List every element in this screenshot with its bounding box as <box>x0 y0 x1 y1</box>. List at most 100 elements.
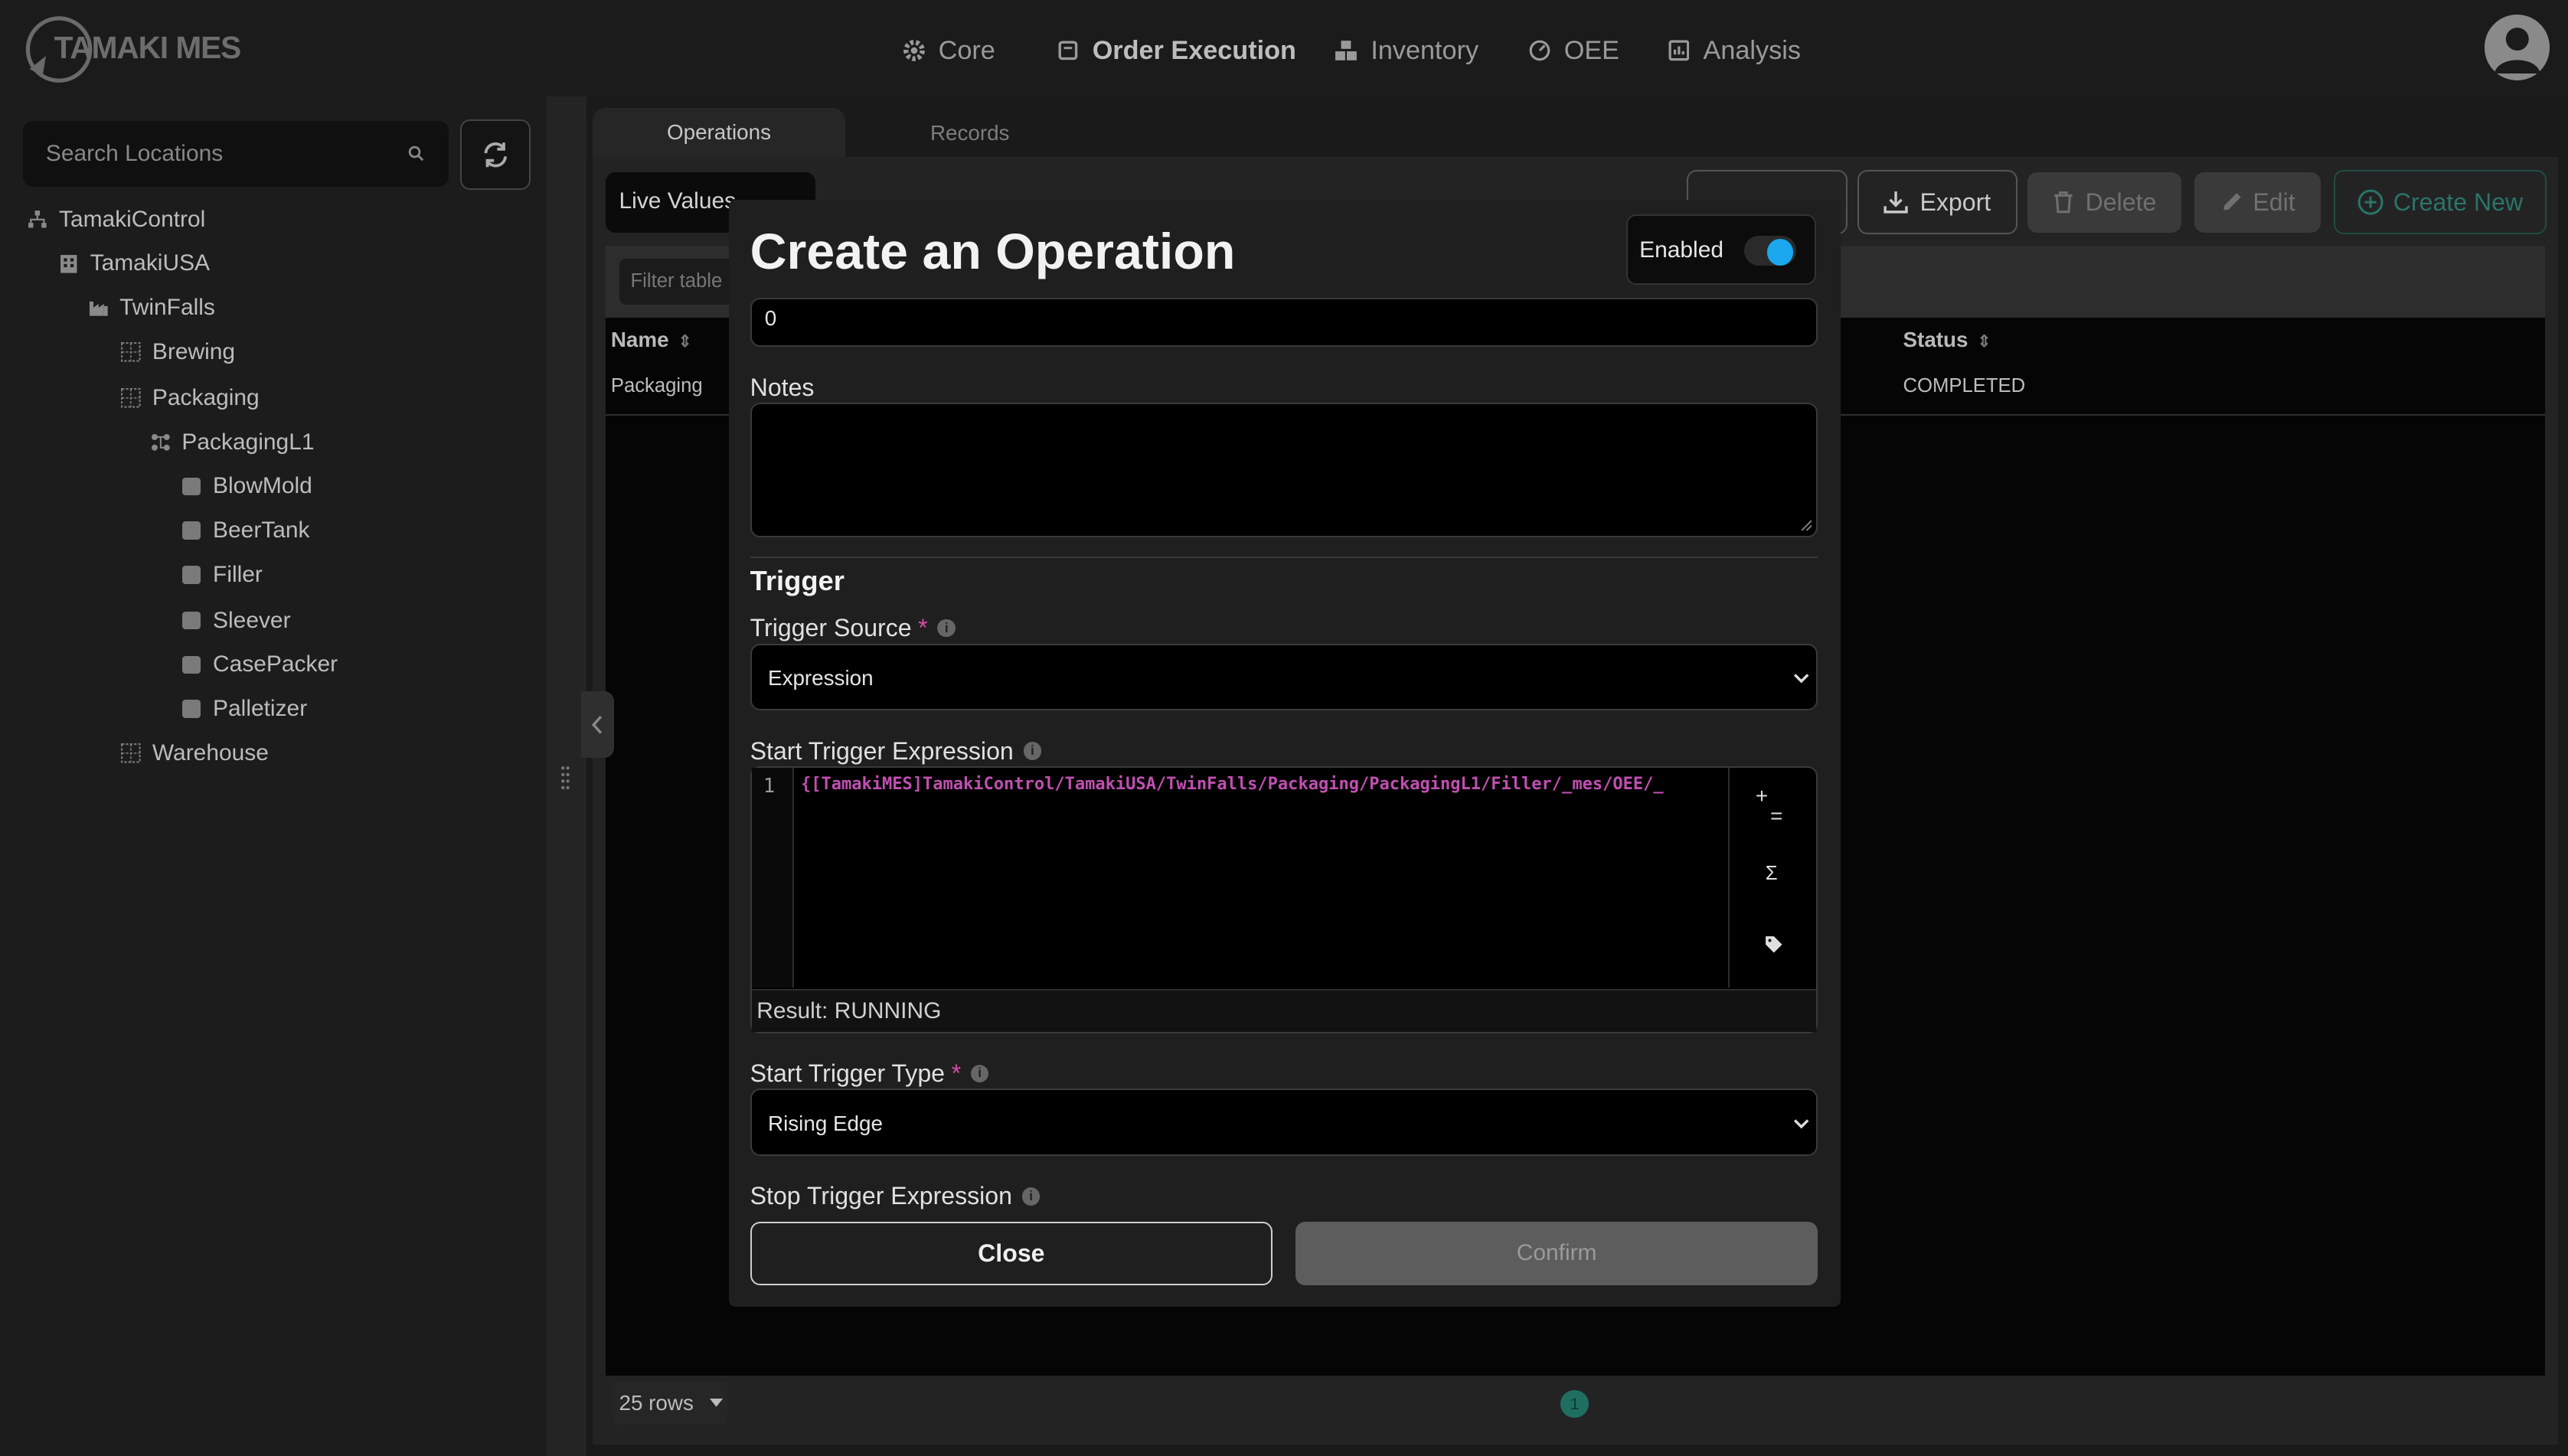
export-button[interactable]: Export <box>1857 170 2017 234</box>
tree-item-beertank[interactable]: BeerTank <box>181 514 310 547</box>
tree-label: CasePacker <box>213 651 338 677</box>
tree-label: BeerTank <box>213 517 310 544</box>
column-header-status[interactable]: Status ⇕ <box>1903 328 1991 352</box>
table-cell-name[interactable]: Packaging <box>611 375 703 397</box>
search-icon <box>408 146 423 162</box>
cell-icon <box>181 611 201 631</box>
tree-item-brewing[interactable]: Brewing <box>121 335 235 368</box>
cell-icon <box>181 655 201 675</box>
area-icon <box>121 342 141 362</box>
start-trigger-type-select[interactable]: Rising Edge <box>750 1089 1818 1157</box>
function-button[interactable]: Σ <box>1766 863 1778 885</box>
delete-label: Delete <box>2085 188 2157 216</box>
nav-oee[interactable]: OEE <box>1528 31 1619 70</box>
tree-item-sleever[interactable]: Sleever <box>181 604 291 637</box>
nav-label: Inventory <box>1371 35 1479 65</box>
rows-per-page-value: 25 rows <box>619 1391 694 1415</box>
sidebar-resizer[interactable] <box>547 96 586 1456</box>
nav-order-execution[interactable]: Order Execution <box>1057 31 1296 70</box>
nav-analysis[interactable]: Analysis <box>1668 31 1801 70</box>
tree-label: TamakiUSA <box>90 250 211 276</box>
close-button[interactable]: Close <box>750 1221 1273 1286</box>
confirm-button[interactable]: Confirm <box>1295 1221 1818 1286</box>
caret-down-icon <box>710 1398 724 1407</box>
area-icon <box>121 387 141 408</box>
user-avatar[interactable] <box>2484 15 2550 80</box>
expression-result: Result: RUNNING <box>751 988 1817 1032</box>
nav-label: Analysis <box>1703 35 1801 65</box>
building-icon <box>59 254 79 274</box>
chevron-left-icon <box>592 715 603 734</box>
tree-item-palletizer[interactable]: Palletizer <box>181 693 307 726</box>
tree-item-blowmold[interactable]: BlowMold <box>181 470 312 503</box>
tree-item-twinfalls[interactable]: TwinFalls <box>89 292 215 325</box>
tree-item-tamakicontrol[interactable]: TamakiControl <box>28 203 205 236</box>
tree-item-tamakiusa[interactable]: TamakiUSA <box>59 247 210 280</box>
tree-item-casepacker[interactable]: CasePacker <box>181 648 338 681</box>
start-trigger-expression-label: Start Trigger Expression i <box>750 737 1042 766</box>
code-gutter: 1 <box>751 768 795 988</box>
download-icon <box>1884 191 1909 214</box>
nav-inventory[interactable]: Inventory <box>1335 31 1478 70</box>
chart-icon <box>1668 39 1691 62</box>
refresh-button[interactable] <box>460 119 531 190</box>
numeric-field[interactable]: 0 <box>750 298 1818 348</box>
nav-label: Core <box>938 35 995 65</box>
column-label: Status <box>1903 327 1968 351</box>
gauge-icon <box>1528 39 1551 62</box>
notes-textarea[interactable] <box>750 403 1818 537</box>
edit-label: Edit <box>2253 188 2295 216</box>
label-text: Start Trigger Type <box>750 1059 946 1087</box>
tree-item-warehouse[interactable]: Warehouse <box>121 737 269 770</box>
factory-icon <box>89 298 109 318</box>
delete-button[interactable]: Delete <box>2027 171 2182 233</box>
tree-label: Packaging <box>152 384 260 410</box>
notes-label: Notes <box>750 373 815 401</box>
stop-trigger-expression-label: Stop Trigger Expression i <box>750 1182 1041 1210</box>
expression-code[interactable]: {[TamakiMES]TamakiControl/TamakiUSA/Twin… <box>801 775 1728 794</box>
info-icon[interactable]: i <box>1023 742 1042 760</box>
tag-icon[interactable] <box>1764 935 1784 955</box>
collapse-sidebar-button[interactable] <box>581 690 615 759</box>
drag-handle-icon <box>560 766 570 789</box>
info-icon[interactable]: i <box>970 1064 989 1083</box>
rows-per-page-select[interactable]: 25 rows <box>612 1382 727 1425</box>
line-icon <box>151 433 171 452</box>
cell-icon <box>181 521 201 540</box>
tree-label: TwinFalls <box>119 295 215 321</box>
cell-icon <box>181 699 201 719</box>
label-text: Trigger Source <box>750 614 912 642</box>
trigger-source-select[interactable]: Expression <box>750 643 1818 711</box>
edit-button[interactable]: Edit <box>2194 171 2321 233</box>
info-icon[interactable]: i <box>1021 1187 1041 1206</box>
tree-item-packaging[interactable]: Packaging <box>121 381 260 414</box>
tab-operations[interactable]: Operations <box>593 108 845 158</box>
export-label: Export <box>1919 188 1991 216</box>
section-divider <box>750 557 1818 559</box>
operator-button[interactable]: + = <box>1756 785 1792 827</box>
sort-icon: ⇕ <box>678 331 692 351</box>
numeric-field-value: 0 <box>764 305 777 330</box>
page-1-button[interactable]: 1 <box>1560 1390 1589 1418</box>
start-trigger-type-value: Rising Edge <box>768 1112 883 1136</box>
tree-label: Sleever <box>213 607 291 633</box>
cell-icon <box>181 476 201 496</box>
column-header-name[interactable]: Name ⇕ <box>611 328 692 352</box>
create-new-button[interactable]: Create New <box>2334 170 2547 234</box>
chevron-down-icon <box>1794 673 1809 684</box>
pencil-icon <box>2223 193 2241 211</box>
create-new-label: Create New <box>2393 188 2524 216</box>
tab-records[interactable]: Records <box>930 121 1010 145</box>
filter-placeholder: Filter table <box>630 269 723 292</box>
live-values-label: Live Values <box>619 188 737 214</box>
line-number: 1 <box>763 774 776 798</box>
cell-icon <box>181 565 201 585</box>
info-icon[interactable]: i <box>937 619 956 638</box>
tree-label: Palletizer <box>213 696 308 722</box>
clipboard-icon <box>1057 39 1080 62</box>
tree-item-packagingl1[interactable]: PackagingL1 <box>151 426 315 459</box>
refresh-icon <box>484 142 507 168</box>
tree-item-filler[interactable]: Filler <box>181 558 263 591</box>
search-placeholder: Search Locations <box>45 140 224 166</box>
nav-core[interactable]: Core <box>903 31 995 70</box>
